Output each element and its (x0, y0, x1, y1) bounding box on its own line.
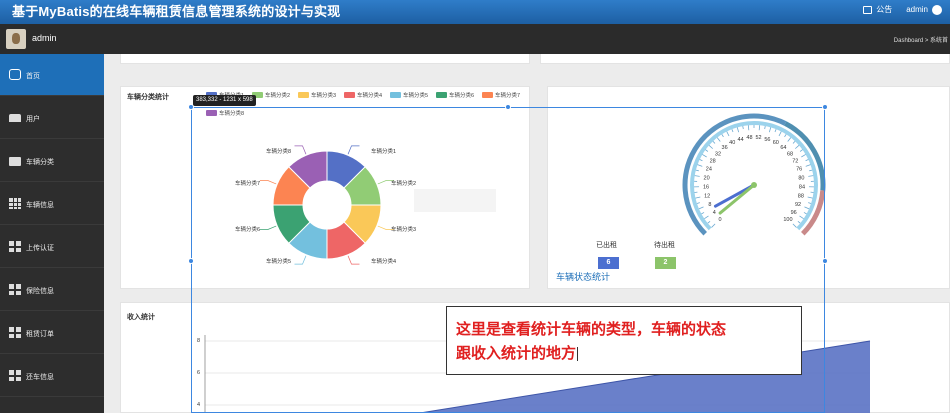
selection-size-tooltip: 383,332 - 1231 x 598 (193, 95, 256, 106)
y-tick-label: 8 (197, 338, 201, 344)
y-tick-label: 4 (197, 402, 201, 408)
text-caret (577, 347, 579, 362)
resize-handle[interactable] (505, 104, 511, 110)
annotation-line-2: 跟收入统计的地方 (456, 345, 577, 362)
annotation-line-1: 这里是查看统计车辆的类型，车辆的状态 (456, 321, 727, 338)
resize-handle[interactable] (822, 104, 828, 110)
annotation-textbox[interactable]: 这里是查看统计车辆的类型，车辆的状态 跟收入统计的地方 (446, 306, 802, 375)
y-tick-label: 6 (197, 370, 201, 376)
resize-handle[interactable] (822, 258, 828, 264)
resize-handle[interactable] (188, 258, 194, 264)
